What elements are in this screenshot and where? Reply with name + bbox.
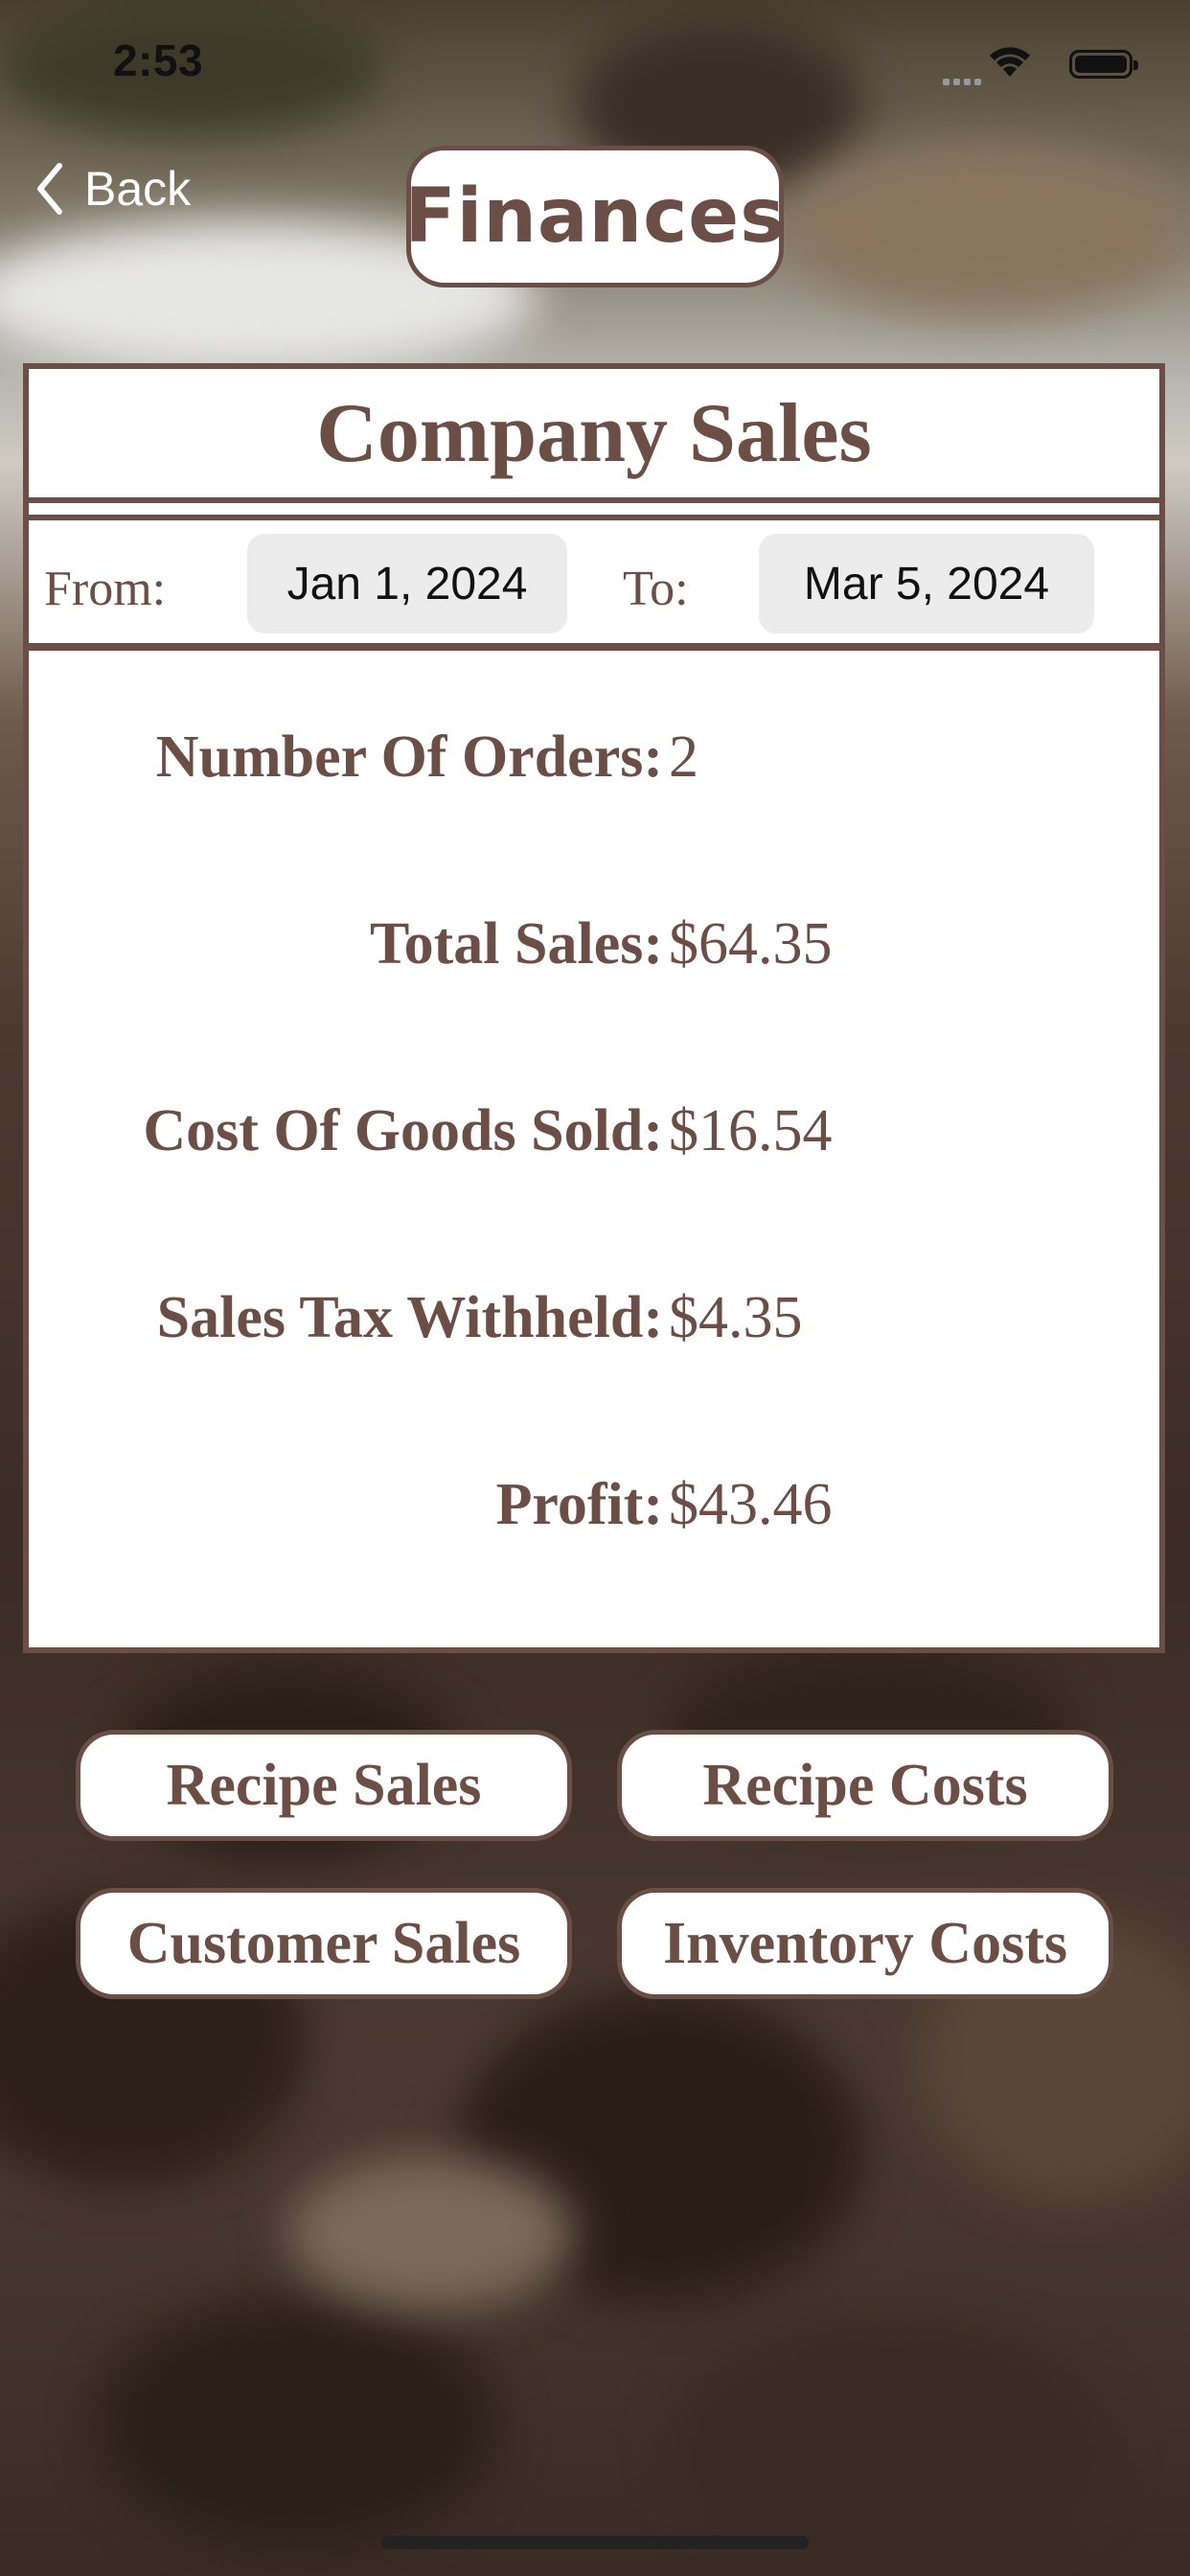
- panel-title: Company Sales: [29, 369, 1159, 503]
- stat-value: $64.35: [669, 911, 833, 977]
- stat-value: $16.54: [669, 1098, 833, 1163]
- status-time: 2:53: [113, 35, 204, 85]
- to-date-picker[interactable]: Mar 5, 2024: [759, 534, 1094, 633]
- chevron-left-icon: [37, 163, 62, 215]
- page-title: Finances: [404, 146, 785, 288]
- customer-sales-button[interactable]: Customer Sales: [76, 1888, 572, 1999]
- back-label: Back: [84, 162, 192, 216]
- from-label: From:: [44, 562, 167, 616]
- date-range-row: From: Jan 1, 2024 To: Mar 5, 2024: [29, 515, 1159, 651]
- back-button[interactable]: Back: [34, 161, 191, 217]
- recipe-sales-button[interactable]: Recipe Sales: [76, 1730, 572, 1841]
- stat-value: 2: [669, 724, 698, 790]
- inventory-costs-button[interactable]: Inventory Costs: [617, 1888, 1113, 1999]
- from-date-picker[interactable]: Jan 1, 2024: [247, 534, 567, 633]
- stat-number-of-orders: Number Of Orders: 2: [29, 724, 1159, 800]
- company-sales-panel: Company Sales From: Jan 1, 2024 To: Mar …: [23, 363, 1165, 1653]
- stat-label: Total Sales:: [369, 911, 663, 977]
- status-bar: 2:53: [0, 0, 1190, 125]
- stat-profit: Profit: $43.46: [29, 1471, 1159, 1548]
- stat-label: Cost Of Goods Sold:: [143, 1098, 663, 1163]
- stat-label: Sales Tax Withheld:: [156, 1285, 663, 1350]
- recipe-costs-button[interactable]: Recipe Costs: [617, 1730, 1113, 1841]
- home-indicator[interactable]: [381, 2536, 809, 2549]
- stat-label: Number Of Orders:: [155, 724, 663, 790]
- stat-cost-of-goods-sold: Cost Of Goods Sold: $16.54: [29, 1097, 1159, 1174]
- wifi-icon: [988, 46, 1032, 82]
- stat-sales-tax-withheld: Sales Tax Withheld: $4.35: [29, 1284, 1159, 1361]
- to-label: To:: [623, 562, 689, 616]
- stat-label: Profit:: [495, 1472, 663, 1537]
- signal-icon: [943, 71, 985, 89]
- stat-total-sales: Total Sales: $64.35: [29, 910, 1159, 987]
- battery-icon: [1069, 50, 1138, 79]
- stat-value: $4.35: [669, 1285, 803, 1350]
- stat-value: $43.46: [669, 1472, 833, 1537]
